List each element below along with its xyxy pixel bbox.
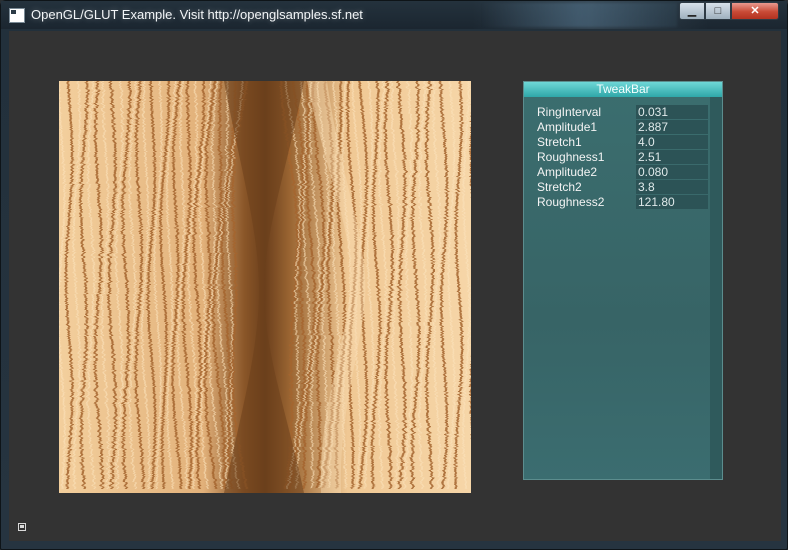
param-label: Roughness2 [537,195,605,209]
close-button[interactable]: ✕ [731,2,779,20]
param-label: Roughness1 [537,150,605,164]
wood-grain-image [59,81,471,493]
param-value[interactable]: 2.51 [636,150,708,164]
background-window-blur [481,3,677,27]
param-label: Amplitude2 [537,165,598,179]
param-value[interactable]: 121.80 [636,195,708,209]
tweakbar-scrollbar[interactable] [710,97,722,479]
window-title: OpenGL/GLUT Example. Visit http://opengl… [31,7,363,22]
param-label: Stretch2 [537,180,582,194]
param-label: Amplitude1 [537,120,598,134]
param-value[interactable]: 4.0 [636,135,708,149]
minimize-button[interactable]: ▁ [679,2,705,20]
param-row-ringinterval[interactable]: RingInterval 0.031 [537,105,708,119]
param-row-stretch1[interactable]: Stretch1 4.0 [537,135,708,149]
param-value[interactable]: 0.031 [636,105,708,119]
param-row-roughness1[interactable]: Roughness1 2.51 [537,150,708,164]
app-window: OpenGL/GLUT Example. Visit http://opengl… [0,0,788,550]
title-bar[interactable]: OpenGL/GLUT Example. Visit http://opengl… [1,1,787,29]
gl-viewport[interactable]: TweakBar RingInterval 0.031 Amplitude1 2… [9,31,781,541]
param-value[interactable]: 3.8 [636,180,708,194]
param-label: Stretch1 [537,135,582,149]
param-row-amplitude1[interactable]: Amplitude1 2.887 [537,120,708,134]
param-label: RingInterval [537,105,602,119]
param-value[interactable]: 0.080 [636,165,708,179]
param-row-roughness2[interactable]: Roughness2 121.80 [537,195,708,209]
tweakbar-panel[interactable]: TweakBar RingInterval 0.031 Amplitude1 2… [523,81,723,480]
maximize-button[interactable]: □ [705,2,731,20]
app-icon[interactable] [9,8,25,23]
tweakbar-title[interactable]: TweakBar [524,82,722,97]
wood-texture-quad [59,81,471,493]
param-row-amplitude2[interactable]: Amplitude2 0.080 [537,165,708,179]
param-row-stretch2[interactable]: Stretch2 3.8 [537,180,708,194]
tweakbar-iconify-icon[interactable] [18,523,26,531]
param-value[interactable]: 2.887 [636,120,708,134]
